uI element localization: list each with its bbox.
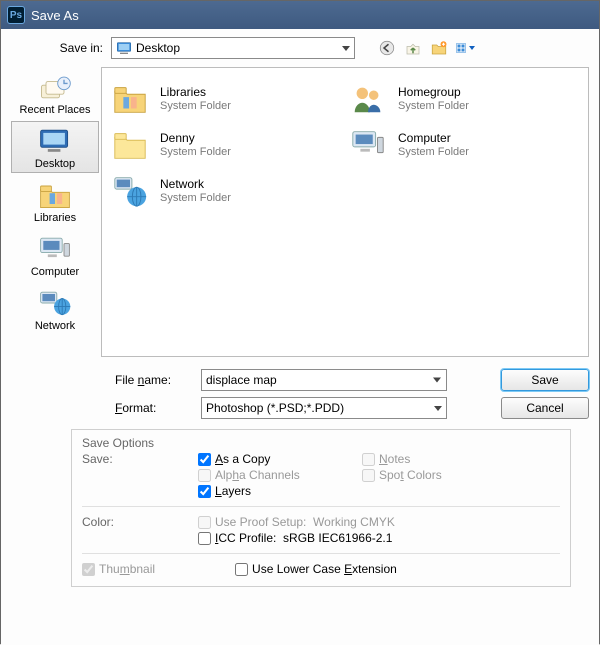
save-button[interactable]: Save: [501, 369, 589, 391]
chevron-down-icon: [342, 46, 350, 51]
desktop-icon: [116, 40, 132, 56]
libraries-folder-icon: [110, 79, 150, 119]
list-item[interactable]: Libraries System Folder: [110, 76, 342, 122]
chevron-down-icon: [434, 406, 442, 411]
item-sub: System Folder: [398, 99, 469, 113]
desktop-icon: [36, 126, 74, 156]
alpha-input: [198, 469, 211, 482]
layers-checkbox[interactable]: Layers: [198, 484, 358, 498]
homegroup-icon: [348, 79, 388, 119]
titlebar[interactable]: Ps Save As: [1, 1, 599, 29]
format-label: Format:: [11, 401, 201, 415]
format-combo[interactable]: Photoshop (*.PSD;*.PDD): [201, 397, 447, 419]
folder-toolbar: [377, 38, 475, 58]
save-options-group: Save Options Save: As a Copy Notes Alpha…: [71, 429, 571, 587]
user-folder-icon: [110, 125, 150, 165]
filename-input[interactable]: [201, 369, 447, 391]
layers-input[interactable]: [198, 485, 211, 498]
proof-input: [198, 516, 211, 529]
lowercase-input[interactable]: [235, 563, 248, 576]
item-name: Network: [160, 177, 231, 191]
alpha-channels-checkbox: Alpha Channels: [198, 468, 358, 482]
places-label: Desktop: [35, 158, 75, 170]
save-sublabel: Save:: [82, 452, 198, 498]
color-label: Color:: [82, 515, 198, 545]
savein-row: Save in: Desktop: [11, 37, 589, 59]
spot-colors-checkbox: Spot Colors: [362, 468, 522, 482]
save-options-label: Save Options: [82, 436, 560, 450]
dialog-body: Save in: Desktop: [1, 29, 599, 645]
notes-input: [362, 453, 375, 466]
filename-label: File name:: [11, 373, 201, 387]
places-recent[interactable]: Recent Places: [11, 67, 99, 119]
places-computer[interactable]: Computer: [11, 229, 99, 281]
as-a-copy-label: As a Copy: [215, 452, 270, 466]
network-icon: [110, 171, 150, 211]
browse-area: Recent Places Desktop Libraries: [11, 67, 589, 357]
places-label: Network: [35, 320, 75, 332]
places-label: Recent Places: [20, 104, 91, 116]
item-name: Homegroup: [398, 85, 469, 99]
icc-profile-checkbox[interactable]: ICC Profile: sRGB IEC61966-2.1: [198, 531, 395, 545]
savein-label: Save in:: [11, 41, 111, 55]
item-sub: System Folder: [160, 191, 231, 205]
options-separator: [82, 553, 560, 554]
use-proof-setup-checkbox: Use Proof Setup: Working CMYK: [198, 515, 395, 529]
as-a-copy-input[interactable]: [198, 453, 211, 466]
thumbnail-label: Thumbnail: [99, 562, 155, 576]
window-title: Save As: [31, 8, 79, 23]
list-item[interactable]: Network System Folder: [110, 168, 342, 214]
as-a-copy-checkbox[interactable]: As a Copy: [198, 452, 358, 466]
photoshop-icon: Ps: [7, 6, 25, 24]
places-bar: Recent Places Desktop Libraries: [11, 67, 101, 357]
places-label: Libraries: [34, 212, 76, 224]
spot-input: [362, 469, 375, 482]
view-menu-button[interactable]: [455, 38, 475, 58]
back-button[interactable]: [377, 38, 397, 58]
item-name: Computer: [398, 131, 469, 145]
proof-label: Use Proof Setup: Working CMYK: [215, 515, 395, 529]
item-sub: System Folder: [160, 145, 231, 159]
chevron-down-icon[interactable]: [433, 378, 441, 383]
format-value: Photoshop (*.PSD;*.PDD): [206, 401, 434, 415]
thumbnail-checkbox: Thumbnail: [82, 562, 155, 576]
recent-icon: [36, 72, 74, 102]
libraries-icon: [36, 180, 74, 210]
savein-value: Desktop: [136, 41, 342, 55]
lowercase-label: Use Lower Case Extension: [252, 562, 397, 576]
icc-label: ICC Profile: sRGB IEC61966-2.1: [215, 531, 392, 545]
places-desktop[interactable]: Desktop: [11, 121, 99, 173]
computer-icon: [348, 125, 388, 165]
list-item[interactable]: Denny System Folder: [110, 122, 342, 168]
save-as-dialog: Ps Save As Save in: Desktop: [0, 0, 600, 644]
form-rows: File name: Format: Photoshop (*.PSD;*.PD…: [11, 369, 589, 425]
places-label: Computer: [31, 266, 79, 278]
savein-combo[interactable]: Desktop: [111, 37, 355, 59]
notes-checkbox: Notes: [362, 452, 522, 466]
places-network[interactable]: Network: [11, 283, 99, 335]
item-name: Denny: [160, 131, 231, 145]
thumbnail-input: [82, 563, 95, 576]
item-sub: System Folder: [160, 99, 231, 113]
notes-label: Notes: [379, 452, 410, 466]
network-icon: [36, 288, 74, 318]
cancel-button[interactable]: Cancel: [501, 397, 589, 419]
item-sub: System Folder: [398, 145, 469, 159]
chevron-down-icon: [469, 46, 475, 50]
list-item[interactable]: Computer System Folder: [348, 122, 580, 168]
layers-label: Layers: [215, 484, 251, 498]
up-button[interactable]: [403, 38, 423, 58]
list-item[interactable]: Homegroup System Folder: [348, 76, 580, 122]
item-name: Libraries: [160, 85, 231, 99]
new-folder-button[interactable]: [429, 38, 449, 58]
computer-icon: [36, 234, 74, 264]
places-libraries[interactable]: Libraries: [11, 175, 99, 227]
file-list[interactable]: Libraries System Folder Homegroup System…: [101, 67, 589, 357]
lowercase-ext-checkbox[interactable]: Use Lower Case Extension: [235, 562, 397, 576]
alpha-label: Alpha Channels: [215, 468, 300, 482]
options-separator: [82, 506, 560, 507]
icc-input[interactable]: [198, 532, 211, 545]
spot-label: Spot Colors: [379, 468, 442, 482]
